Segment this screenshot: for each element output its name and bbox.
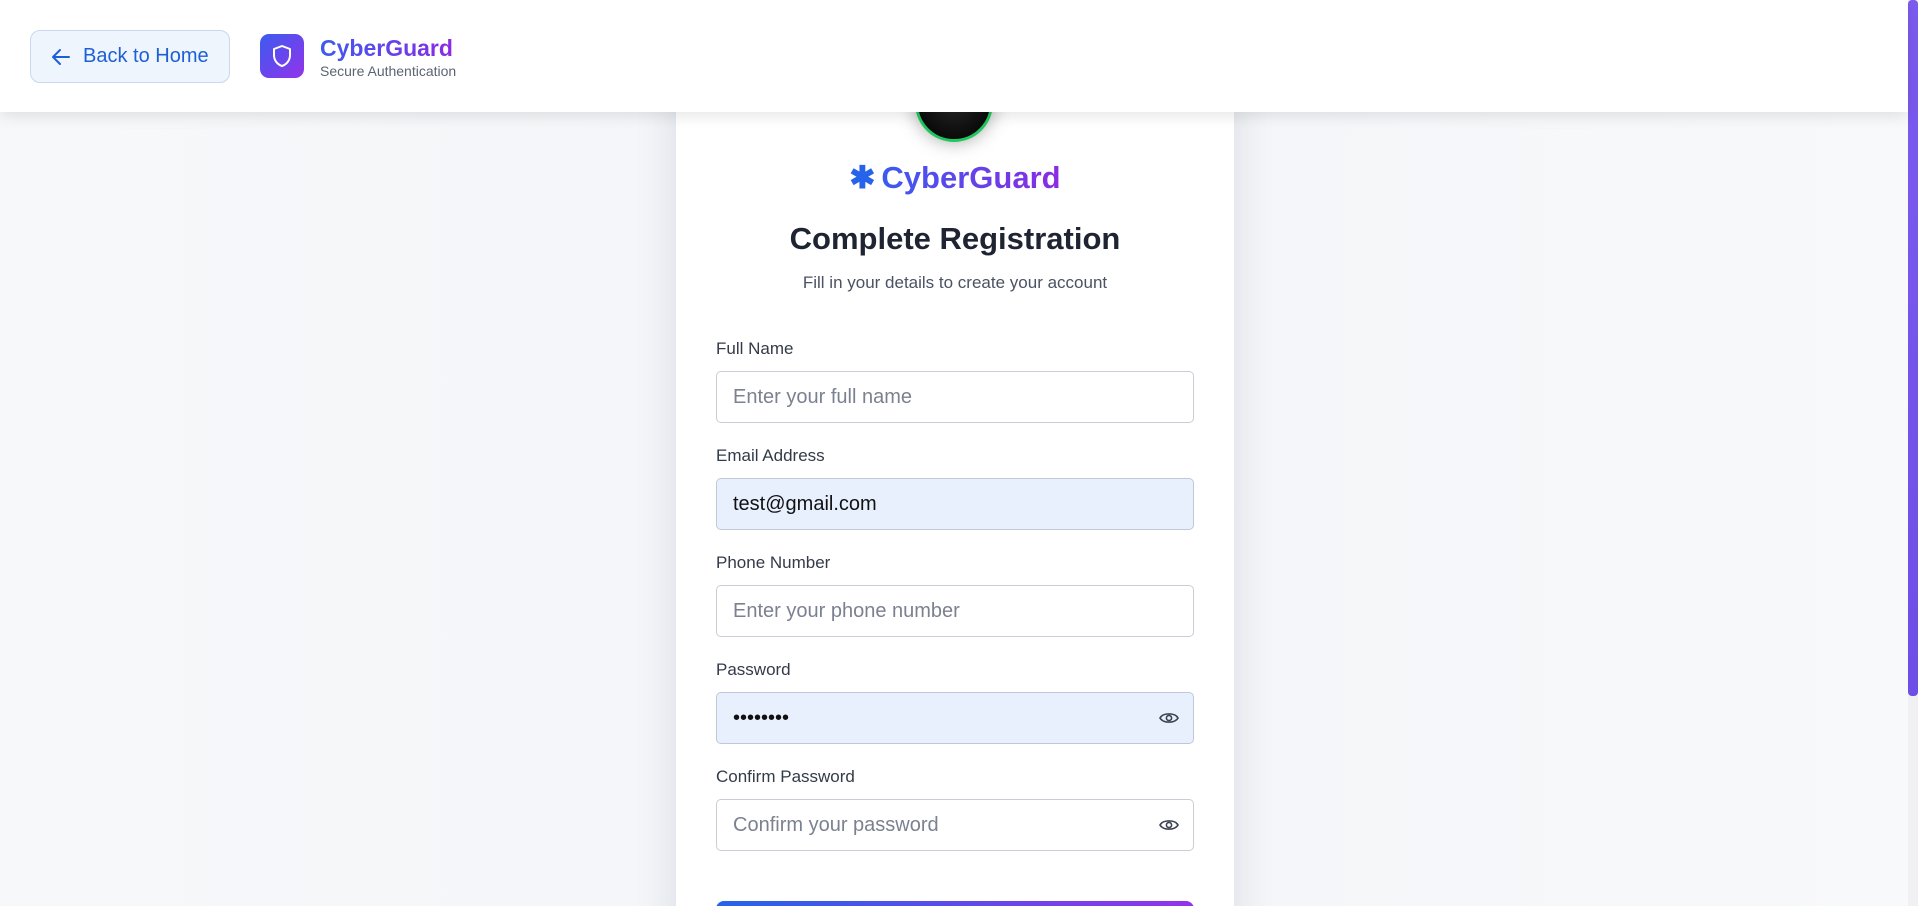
card-brand-title: ✱ CyberGuard [676,160,1234,196]
phone-label: Phone Number [716,553,831,572]
confirm-password-label: Confirm Password [716,767,855,786]
password-input[interactable] [716,692,1194,744]
eye-icon[interactable] [1158,814,1180,836]
page-title: Complete Registration [789,221,1121,256]
full-name-input[interactable] [716,371,1194,423]
brand-tagline: Secure Authentication [320,63,457,79]
card-brand-name: CyberGuard [881,160,1061,195]
back-to-home-label: Back to Home [83,45,209,67]
email-label: Email Address [716,446,825,465]
back-to-home-button[interactable]: Back to Home [30,30,230,83]
logo [260,34,304,78]
confirm-password-input[interactable] [716,799,1194,851]
scrollbar-thumb[interactable] [1908,0,1918,696]
brand-name: CyberGuard [320,35,453,61]
asterisk-icon: ✱ [849,160,876,195]
submit-button[interactable] [716,901,1194,906]
phone-input[interactable] [716,585,1194,637]
shield-icon [272,44,292,68]
password-label: Password [716,660,791,679]
full-name-label: Full Name [716,339,794,358]
top-header: Back to Home CyberGuard Secure Authentic… [0,0,1908,112]
eye-icon[interactable] [1158,707,1180,729]
page-subtitle: Fill in your details to create your acco… [802,273,1108,292]
email-field[interactable] [716,478,1194,530]
arrow-left-icon [51,48,71,66]
